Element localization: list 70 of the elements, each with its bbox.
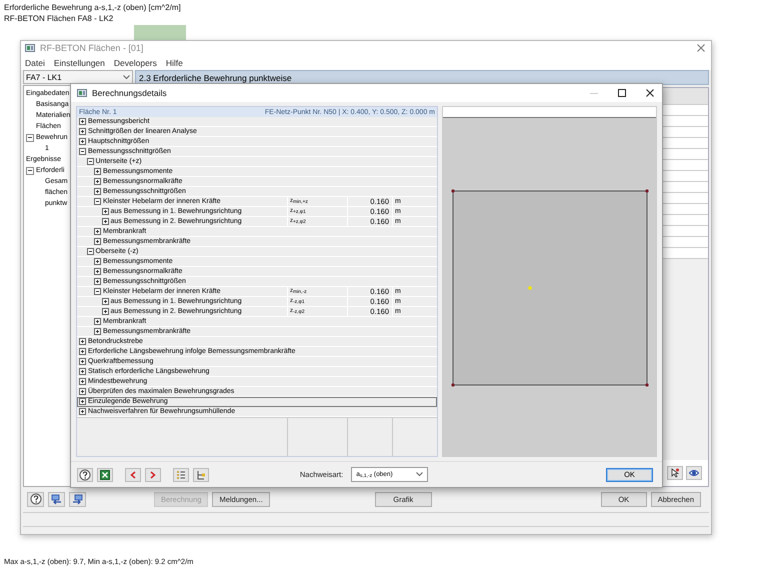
list-icon bbox=[176, 470, 186, 480]
expander-icon[interactable] bbox=[79, 348, 86, 355]
expander-icon[interactable] bbox=[26, 166, 34, 174]
tree-structure-icon bbox=[196, 470, 206, 480]
expander-icon[interactable] bbox=[79, 368, 86, 375]
menu-item[interactable]: Datei bbox=[25, 58, 45, 68]
expander-icon[interactable] bbox=[94, 328, 101, 335]
expander-icon[interactable] bbox=[94, 288, 101, 295]
chart-title: Erforderliche Bewehrung a-s,1,-z (oben) [cm^2/m] bbox=[4, 2, 181, 13]
menu-item[interactable]: Einstellungen bbox=[54, 58, 105, 68]
help-button[interactable] bbox=[27, 492, 44, 506]
expander-icon[interactable] bbox=[79, 388, 86, 395]
tree-view-button[interactable] bbox=[193, 468, 209, 482]
chart-subtitle: RF-BETON Flächen FA8 - LK2 bbox=[4, 13, 114, 24]
expander-icon[interactable] bbox=[94, 188, 101, 195]
previous-button[interactable] bbox=[125, 468, 141, 482]
chevron-left-icon bbox=[130, 470, 136, 478]
help-button[interactable] bbox=[77, 468, 93, 482]
expander-icon[interactable] bbox=[26, 134, 34, 142]
expander-icon[interactable] bbox=[94, 278, 101, 285]
expander-icon[interactable] bbox=[94, 178, 101, 185]
expander-icon[interactable] bbox=[79, 128, 86, 135]
list-button[interactable] bbox=[173, 468, 189, 482]
expander-icon[interactable] bbox=[94, 318, 101, 325]
dialog-title: Berechnungsdetails bbox=[92, 88, 168, 98]
maximize-icon[interactable] bbox=[618, 89, 626, 97]
menu-item[interactable]: Hilfe bbox=[166, 58, 183, 68]
help-icon bbox=[30, 493, 42, 505]
expander-icon[interactable] bbox=[102, 308, 108, 315]
excel-export-button[interactable] bbox=[97, 468, 113, 482]
arrow-right-icon bbox=[72, 494, 83, 504]
expander-icon[interactable] bbox=[79, 398, 86, 405]
app-icon bbox=[25, 44, 35, 52]
cursor-icon bbox=[670, 468, 680, 478]
spreadsheet-icon bbox=[100, 470, 110, 480]
expander-icon[interactable] bbox=[86, 158, 94, 165]
expander-icon[interactable] bbox=[94, 198, 101, 205]
chevron-down-icon bbox=[123, 74, 130, 80]
expander-icon[interactable] bbox=[79, 148, 86, 155]
background-window-strip bbox=[134, 25, 186, 41]
expander-icon[interactable] bbox=[79, 358, 86, 365]
next-button[interactable] bbox=[145, 468, 161, 482]
expander-icon[interactable] bbox=[102, 208, 108, 215]
import-button[interactable] bbox=[48, 492, 65, 506]
expander-icon[interactable] bbox=[94, 258, 101, 265]
case-dropdown[interactable]: FA7 - LK1 bbox=[23, 70, 133, 84]
expander-icon[interactable] bbox=[79, 408, 86, 415]
app-icon bbox=[77, 89, 87, 97]
expander-icon[interactable] bbox=[79, 378, 86, 385]
eye-icon bbox=[689, 469, 699, 477]
help-icon bbox=[79, 468, 91, 480]
export-button[interactable] bbox=[69, 492, 86, 506]
expander-icon[interactable] bbox=[94, 168, 101, 175]
chevron-down-icon bbox=[416, 472, 424, 477]
view-button[interactable] bbox=[686, 466, 702, 480]
expander-icon[interactable] bbox=[102, 298, 108, 305]
menu-item[interactable]: Developers bbox=[114, 58, 157, 68]
expander-icon[interactable] bbox=[94, 228, 101, 235]
close-icon[interactable] bbox=[646, 89, 654, 97]
arrow-left-icon bbox=[51, 494, 62, 504]
expander-icon[interactable] bbox=[79, 138, 86, 145]
expander-icon[interactable] bbox=[79, 118, 86, 125]
expander-icon[interactable] bbox=[79, 338, 86, 345]
expander-icon[interactable] bbox=[86, 248, 94, 255]
chevron-right-icon bbox=[150, 470, 156, 478]
expander-icon[interactable] bbox=[102, 218, 108, 225]
select-tool-button[interactable] bbox=[667, 466, 683, 480]
expander-icon[interactable] bbox=[94, 268, 101, 275]
expander-icon[interactable] bbox=[94, 238, 101, 245]
window-title: RF-BETON Flächen - [01] bbox=[40, 43, 144, 53]
